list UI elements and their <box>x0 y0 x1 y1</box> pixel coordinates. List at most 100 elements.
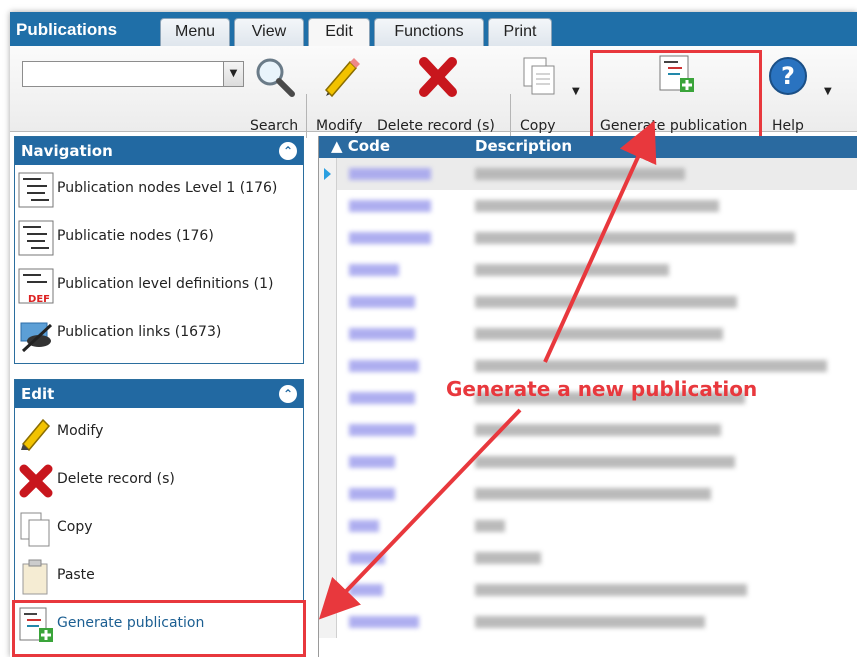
table-row[interactable] <box>319 190 857 222</box>
copy-dropdown-icon[interactable]: ▼ <box>572 86 580 97</box>
nav-item-publication-links[interactable]: Publication links (1673) <box>15 309 303 357</box>
app-title: Publications <box>16 20 118 39</box>
table-row[interactable] <box>319 574 857 606</box>
row-indicator <box>319 222 337 254</box>
table-row[interactable] <box>319 254 857 286</box>
row-code-blurred <box>349 200 431 212</box>
tab-menu[interactable]: Menu <box>160 18 230 46</box>
table-row[interactable] <box>319 158 857 190</box>
search-label[interactable]: Search <box>250 118 298 134</box>
table-row[interactable] <box>319 510 857 542</box>
row-description-blurred <box>475 360 827 372</box>
nav-item-publication-level-definitions[interactable]: DEF Publication level definitions (1) <box>15 261 303 309</box>
row-description-blurred <box>475 616 705 628</box>
search-combo[interactable]: ▼ <box>22 61 244 87</box>
copy-label[interactable]: Copy <box>520 118 556 134</box>
edit-item-copy[interactable]: Copy <box>15 504 303 552</box>
tab-functions[interactable]: Functions <box>374 18 484 46</box>
table-row[interactable] <box>319 606 857 638</box>
row-description-blurred <box>475 424 721 436</box>
row-indicator <box>319 478 337 510</box>
row-description-blurred <box>475 200 719 212</box>
nav-item-label: Publication level definitions (1) <box>57 276 274 292</box>
help-icon[interactable]: ? <box>768 56 808 96</box>
paste-icon <box>22 559 48 595</box>
ribbon-separator <box>306 94 307 138</box>
row-indicator <box>319 286 337 318</box>
collapse-icon[interactable]: ⌃ <box>279 142 297 160</box>
row-indicator <box>319 606 337 638</box>
nav-item-label: Publication links (1673) <box>57 324 222 340</box>
generate-publication-highlight <box>590 50 762 142</box>
copy-icon[interactable] <box>520 54 560 98</box>
row-indicator <box>319 510 337 542</box>
tree-icon <box>18 172 54 208</box>
nav-item-label: Publicatie nodes (176) <box>57 228 214 244</box>
grid-header: ▲ Code Description <box>319 136 857 158</box>
row-code-blurred <box>349 584 383 596</box>
edit-item-delete-record[interactable]: Delete record (s) <box>15 456 303 504</box>
table-row[interactable] <box>319 478 857 510</box>
row-code-blurred <box>349 328 415 340</box>
pencil-icon[interactable] <box>320 56 362 98</box>
edit-panel-title: Edit <box>21 385 55 403</box>
column-header-description[interactable]: Description <box>475 137 572 155</box>
table-row[interactable] <box>319 318 857 350</box>
delete-x-icon <box>19 464 53 498</box>
left-sidebar: Navigation ⌃ Publication nodes Level 1 (… <box>12 136 306 657</box>
row-indicator <box>319 382 337 414</box>
table-row[interactable] <box>319 222 857 254</box>
row-code-blurred <box>349 168 431 180</box>
svg-text:?: ? <box>781 62 795 90</box>
row-code-blurred <box>349 392 415 404</box>
tree-def-icon: DEF <box>18 268 54 305</box>
column-header-code[interactable]: ▲ Code <box>331 137 390 155</box>
tab-edit[interactable]: Edit <box>308 18 370 47</box>
delete-x-icon[interactable] <box>416 56 460 98</box>
table-row[interactable] <box>319 542 857 574</box>
collapse-icon[interactable]: ⌃ <box>279 385 297 403</box>
tab-print[interactable]: Print <box>488 18 552 46</box>
edit-item-label: Modify <box>57 423 104 439</box>
search-icon[interactable] <box>252 54 298 100</box>
navigation-panel: Navigation ⌃ Publication nodes Level 1 (… <box>14 136 304 364</box>
navigation-panel-header: Navigation ⌃ <box>15 137 303 165</box>
tree-icon <box>18 220 54 256</box>
tab-view[interactable]: View <box>234 18 304 46</box>
row-description-blurred <box>475 296 737 308</box>
edit-item-modify[interactable]: Modify <box>15 408 303 456</box>
row-description-blurred <box>475 456 735 468</box>
row-description-blurred <box>475 264 669 276</box>
table-row[interactable] <box>319 286 857 318</box>
svg-text:DEF: DEF <box>28 294 50 305</box>
row-description-blurred <box>475 520 505 532</box>
row-code-blurred <box>349 616 419 628</box>
row-description-blurred <box>475 584 747 596</box>
row-code-blurred <box>349 264 399 276</box>
publications-app: Publications Menu View Edit Functions Pr… <box>10 12 857 657</box>
row-code-blurred <box>349 296 415 308</box>
sort-ascending-icon: ▲ <box>331 137 348 155</box>
nav-item-publication-nodes-level1[interactable]: Publication nodes Level 1 (176) <box>15 165 303 213</box>
row-indicator <box>319 158 337 190</box>
row-code-blurred <box>349 520 379 532</box>
combo-dropdown-button[interactable]: ▼ <box>223 62 243 86</box>
edit-item-paste[interactable]: Paste <box>15 552 303 600</box>
edit-panel-header: Edit ⌃ <box>15 380 303 408</box>
row-indicator <box>319 414 337 446</box>
ribbon-separator <box>510 94 511 138</box>
row-indicator <box>319 190 337 222</box>
row-code-blurred <box>349 456 395 468</box>
row-description-blurred <box>475 552 541 564</box>
nav-item-publicatie-nodes[interactable]: Publicatie nodes (176) <box>15 213 303 261</box>
nav-item-label: Publication nodes Level 1 (176) <box>57 180 278 196</box>
table-row[interactable] <box>319 414 857 446</box>
table-row[interactable] <box>319 446 857 478</box>
modify-label[interactable]: Modify <box>316 118 362 134</box>
row-description-blurred <box>475 232 795 244</box>
help-label[interactable]: Help <box>772 118 804 134</box>
row-indicator <box>319 254 337 286</box>
generate-publication-sidebar-highlight <box>12 600 306 657</box>
delete-record-label[interactable]: Delete record (s) <box>377 118 495 134</box>
help-dropdown-icon[interactable]: ▼ <box>824 86 832 97</box>
